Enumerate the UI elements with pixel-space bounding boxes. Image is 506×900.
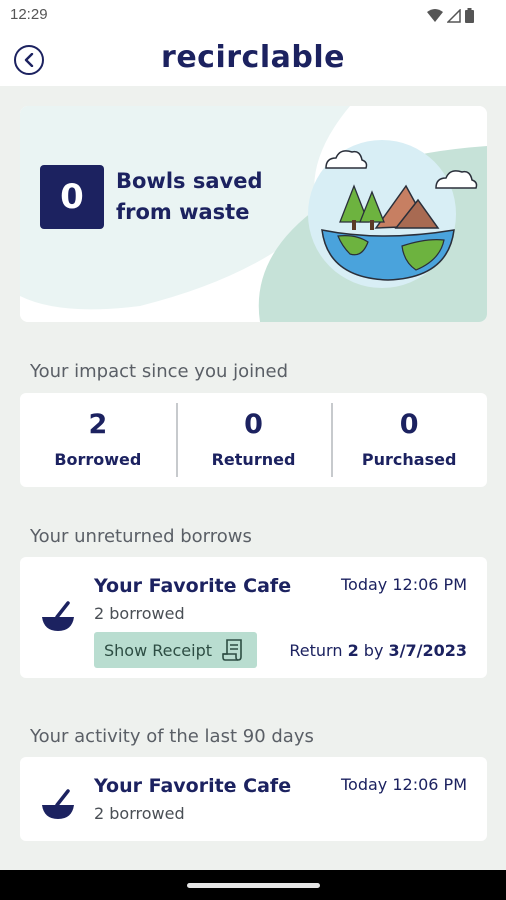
stat-label: Borrowed [54,450,142,469]
borrow-time: Today 12:06 PM [340,775,467,794]
return-quantity: 2 [347,641,359,660]
stat-value: 2 [88,409,108,440]
return-due-text: Return 2 by 3/7/2023 [289,641,467,660]
system-nav-bar [0,870,506,900]
activity-item-card[interactable]: Your Favorite Cafe 2 borrowed Today 12:0… [20,757,487,841]
show-receipt-button[interactable]: Show Receipt [94,632,257,668]
bowls-saved-line2: from waste [116,200,250,224]
home-gesture-handle[interactable] [187,883,320,888]
return-prefix: Return [289,641,343,660]
activity-section-title: Your activity of the last 90 days [30,726,314,747]
unreturned-borrow-card[interactable]: Your Favorite Cafe 2 borrowed Today 12:0… [20,557,487,678]
cafe-name: Your Favorite Cafe [94,775,292,797]
bowl-icon [42,601,74,631]
borrow-count: 2 borrowed [94,804,185,823]
bowls-saved-count: 0 [40,165,104,229]
impact-section-title: Your impact since you joined [30,361,289,382]
receipt-icon [222,639,242,661]
wifi-icon [427,8,443,22]
stat-value: 0 [244,409,263,440]
battery-icon [465,8,474,23]
stat-value: 0 [399,409,419,440]
status-time: 12:29 [10,6,48,23]
bowls-saved-card: 0 Bowls saved from waste [20,106,487,322]
status-icons [427,8,474,23]
borrow-count: 2 borrowed [94,604,185,623]
cafe-name: Your Favorite Cafe [94,575,292,597]
unreturned-section-title: Your unreturned borrows [30,526,252,547]
show-receipt-label: Show Receipt [104,640,213,660]
status-bar: 12:29 [0,0,506,32]
impact-stats-card: 2 Borrowed 0 Returned 0 Purchased [20,393,487,487]
stat-label: Purchased [361,450,457,469]
bowl-icon [42,789,74,819]
earth-bowl-illustration [308,140,478,288]
stat-returned: 0 Returned [175,393,332,487]
return-by: by [363,641,384,660]
return-date: 3/7/2023 [388,641,467,660]
stat-purchased: 0 Purchased [331,393,487,487]
stat-borrowed: 2 Borrowed [20,393,176,487]
stat-label: Returned [211,450,296,469]
borrow-time: Today 12:06 PM [340,575,467,594]
app-logo: recirclable [161,40,345,75]
signal-icon [447,8,461,23]
bowls-saved-label: Bowls saved from waste [116,166,296,228]
bowls-saved-line1: Bowls saved [116,169,263,193]
app-header: recirclable [0,32,506,86]
